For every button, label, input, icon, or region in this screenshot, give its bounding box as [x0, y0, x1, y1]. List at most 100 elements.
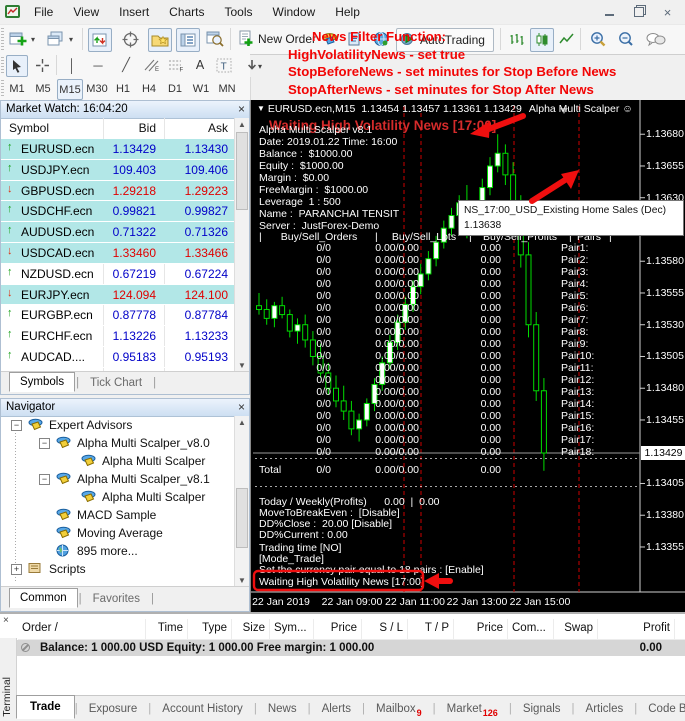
column-header-size[interactable]: Size: [232, 619, 270, 639]
close-button[interactable]: ×: [653, 2, 682, 22]
scroll-up-icon[interactable]: ▲: [235, 416, 249, 429]
crosshair-icon[interactable]: [32, 55, 52, 75]
tree-expander-icon[interactable]: −: [11, 420, 22, 431]
tab-common[interactable]: Common: [9, 588, 78, 608]
profiles-icon[interactable]: [45, 28, 67, 50]
vertical-line-tool-icon[interactable]: │: [62, 55, 82, 75]
symbol-row[interactable]: ↑ AUDUSD.ecn 0.71322 0.71326: [1, 222, 236, 243]
timeframe-button-h1[interactable]: H1: [111, 79, 135, 98]
tab-tick-chart[interactable]: Tick Chart: [80, 374, 152, 392]
tree-item-macd-sample[interactable]: MACD Sample: [1, 506, 236, 524]
tree-expander-icon[interactable]: +: [11, 564, 22, 575]
menu-window[interactable]: Window: [263, 0, 326, 24]
tree-item-895-more-[interactable]: 895 more...: [1, 542, 236, 560]
column-header-price[interactable]: Price: [454, 619, 508, 639]
restore-button[interactable]: [624, 2, 653, 22]
menu-view[interactable]: View: [63, 0, 109, 24]
symbol-row[interactable]: ↑ NZDUSD.ecn 0.67219 0.67224: [1, 264, 236, 285]
tree-item-alpha-multi-scalper-v8-0[interactable]: − Alpha Multi Scalper_v8.0: [1, 434, 236, 452]
fibonacci-tool-icon[interactable]: F: [166, 55, 186, 75]
column-header-price[interactable]: Price: [314, 619, 362, 639]
profiles-caret-icon[interactable]: ▾: [69, 35, 73, 44]
navigator-scrollbar[interactable]: ▲ ▼: [234, 416, 249, 587]
timeframe-button-w1[interactable]: W1: [189, 79, 213, 98]
column-header-type[interactable]: Type: [188, 619, 232, 639]
tab-market[interactable]: Market126: [436, 699, 509, 719]
timeframe-button-mn[interactable]: MN: [215, 79, 239, 98]
minimize-button[interactable]: [595, 2, 624, 22]
scroll-thumb[interactable]: [236, 132, 248, 210]
symbol-row[interactable]: ↑ USDCHF.ecn 0.99821 0.99827: [1, 201, 236, 223]
column-header-tp[interactable]: T / P: [408, 619, 454, 639]
timeframe-button-m30[interactable]: M30: [85, 79, 109, 98]
new-chart-icon[interactable]: [7, 28, 29, 50]
terminal-columns-header[interactable]: Order / Time Type Size Sym... Price S / LT / P…: [18, 619, 685, 640]
toolbar-grip[interactable]: [1, 28, 4, 51]
tab-code-base[interactable]: Code Base: [637, 699, 685, 719]
column-header-sl[interactable]: S / L: [362, 619, 408, 639]
horizontal-line-tool-icon[interactable]: ─: [88, 55, 108, 75]
trendline-tool-icon[interactable]: ╱: [116, 55, 136, 75]
tab-symbols[interactable]: Symbols: [9, 372, 76, 392]
tree-item-expert-advisors[interactable]: − Expert Advisors: [1, 416, 236, 434]
chart-dropdown-icon[interactable]: ▼: [257, 104, 265, 113]
cursor-icon[interactable]: [6, 55, 28, 77]
menu-file[interactable]: File: [24, 0, 63, 24]
menu-help[interactable]: Help: [325, 0, 370, 24]
market-watch-toggle-icon[interactable]: [88, 28, 112, 52]
tab-articles[interactable]: Articles: [575, 699, 635, 719]
timeframe-button-m15[interactable]: M15: [57, 79, 83, 100]
symbol-row[interactable]: ↑ EURUSD.ecn 1.13429 1.13430: [1, 139, 236, 160]
tab-alerts[interactable]: Alerts: [311, 699, 362, 719]
new-chart-caret-icon[interactable]: ▾: [31, 35, 35, 44]
timeframe-button-d1[interactable]: D1: [163, 79, 187, 98]
column-header-time[interactable]: Time: [146, 619, 188, 639]
column-header-sym[interactable]: Sym...: [270, 619, 314, 639]
menu-charts[interactable]: Charts: [159, 0, 214, 24]
column-header-ask[interactable]: Ask: [208, 118, 228, 139]
market-watch-header[interactable]: Symbol Bid Ask: [1, 118, 236, 140]
equidistant-channel-tool-icon[interactable]: E: [142, 55, 162, 75]
tab-mailbox[interactable]: Mailbox9: [365, 699, 433, 719]
timeframe-button-m5[interactable]: M5: [31, 79, 55, 98]
tree-item-alpha-multi-scalper[interactable]: Alpha Multi Scalper: [1, 452, 236, 470]
symbol-row[interactable]: ↓ GBPUSD.ecn 1.29218 1.29223: [1, 180, 236, 202]
tree-expander-icon[interactable]: −: [39, 438, 50, 449]
column-header-order[interactable]: Order /: [18, 619, 146, 639]
timeframe-button-m1[interactable]: M1: [5, 79, 29, 98]
tree-expander-icon[interactable]: −: [39, 474, 50, 485]
text-tool-icon[interactable]: A: [190, 55, 210, 75]
balance-row[interactable]: Balance: 1 000.00 USD Equity: 1 000.00 F…: [16, 640, 685, 656]
symbol-row[interactable]: ↓ USDCAD.ecn 1.33460 1.33466: [1, 242, 236, 264]
column-header-profit[interactable]: Profit: [598, 619, 675, 639]
tab-news[interactable]: News: [257, 699, 308, 719]
tree-item-alpha-multi-scalper[interactable]: Alpha Multi Scalper: [1, 488, 236, 506]
text-label-tool-icon[interactable]: T: [214, 55, 234, 75]
menu-tools[interactable]: Tools: [215, 0, 263, 24]
strategy-tester-icon[interactable]: [204, 28, 226, 50]
tab-signals[interactable]: Signals: [512, 699, 572, 719]
symbol-row[interactable]: ↓ EURJPY.ecn 124.094 124.100: [1, 284, 236, 306]
arrows-tool-caret-icon[interactable]: ▾: [258, 62, 262, 71]
tree-item-alpha-multi-scalper-v8-1[interactable]: − Alpha Multi Scalper_v8.1: [1, 470, 236, 488]
terminal-close-icon[interactable]: ×: [3, 615, 9, 626]
symbol-row[interactable]: ↑ EURGBP.ecn 0.87778 0.87784: [1, 305, 236, 327]
navigator-close-icon[interactable]: ×: [238, 399, 245, 415]
timeframe-button-h4[interactable]: H4: [137, 79, 161, 98]
menu-insert[interactable]: Insert: [109, 0, 159, 24]
column-header-com[interactable]: Com...: [508, 619, 554, 639]
scroll-thumb[interactable]: [236, 488, 248, 548]
tree-item-scripts[interactable]: + Scripts: [1, 560, 236, 578]
chart-window[interactable]: Waiting High Volatility News [17:00] ▼ E…: [250, 100, 685, 612]
symbol-row[interactable]: ↑ EURCHF.ecn 1.13226 1.13233: [1, 326, 236, 347]
tree-item-moving-average[interactable]: Moving Average: [1, 524, 236, 542]
symbol-row[interactable]: ↑ AUDCAD.... 0.95183 0.95193: [1, 347, 236, 368]
scroll-up-icon[interactable]: ▲: [235, 118, 249, 131]
tab-trade[interactable]: Trade: [16, 695, 75, 719]
market-watch-close-icon[interactable]: ×: [238, 101, 245, 117]
symbol-row[interactable]: ↑ USDJPY.ecn 109.403 109.406: [1, 159, 236, 181]
tab-account-history[interactable]: Account History: [151, 699, 254, 719]
column-header-symbol[interactable]: Symbol: [9, 118, 49, 139]
column-header-swap[interactable]: Swap: [554, 619, 598, 639]
navigator-toggle-icon[interactable]: [148, 28, 172, 52]
